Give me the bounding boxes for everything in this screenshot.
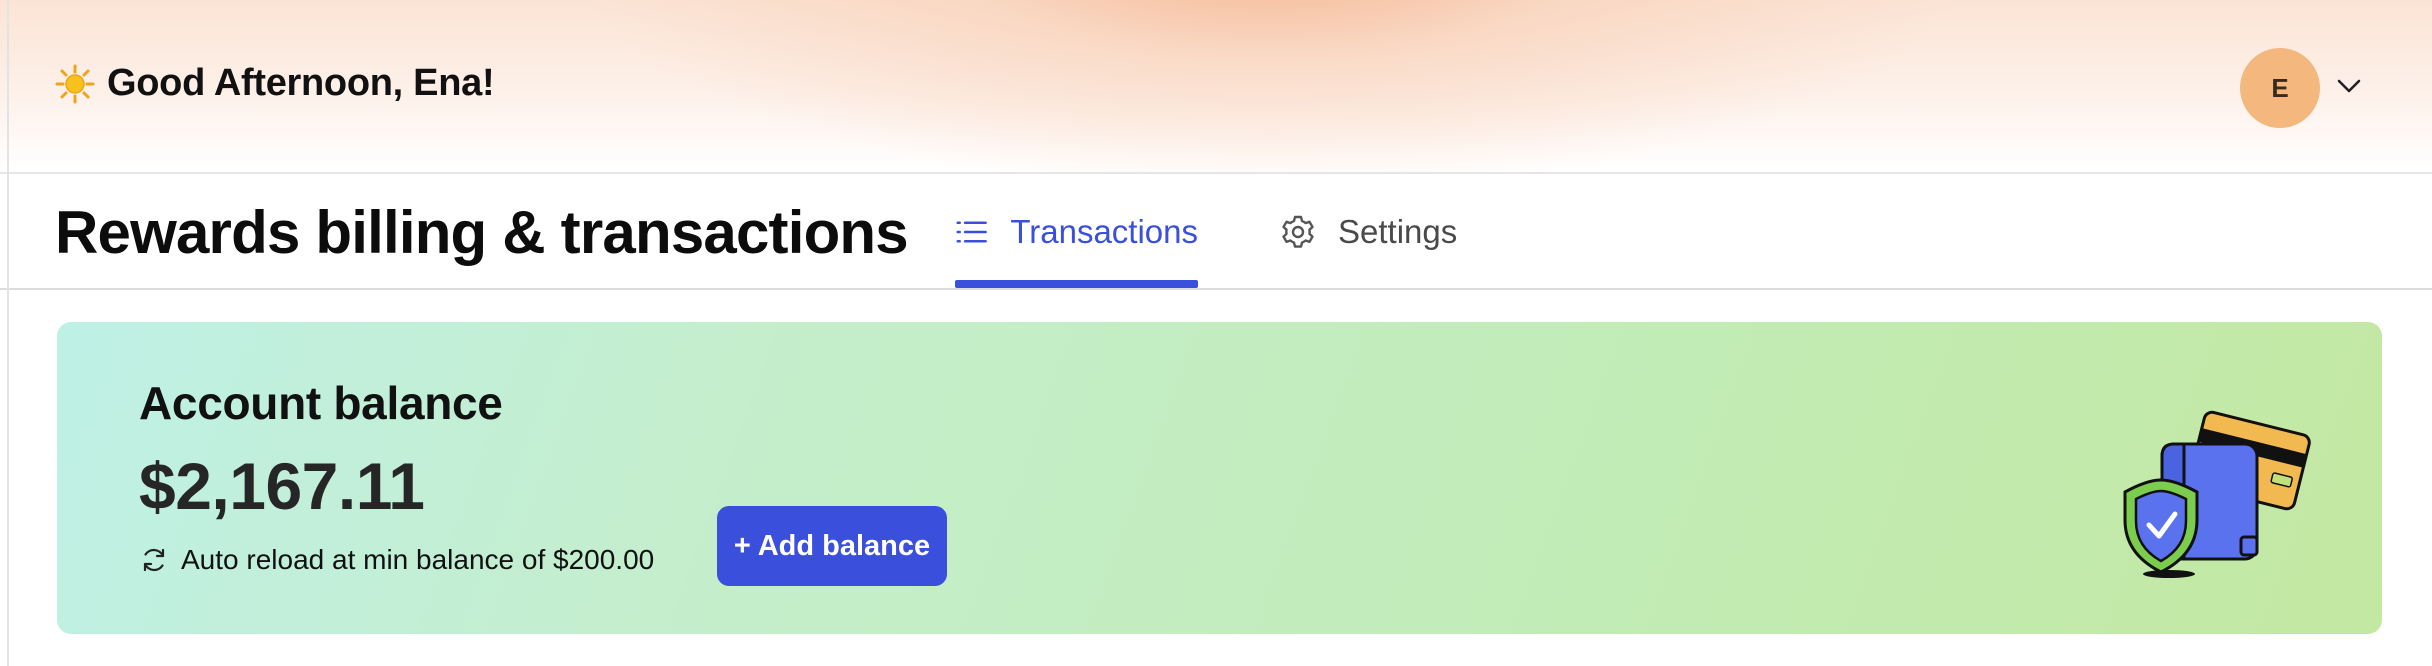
balance-amount: $2,167.11	[139, 449, 425, 523]
greeting: Good Afternoon, Ena!	[55, 62, 495, 105]
refresh-icon	[143, 548, 165, 572]
greeting-header: Good Afternoon, Ena! E	[0, 0, 2432, 174]
left-border	[7, 0, 9, 666]
title-row: Rewards billing & transactions Transacti…	[0, 176, 2432, 290]
gear-icon	[1282, 215, 1314, 248]
auto-reload-text: Auto reload at min balance of $200.00	[181, 544, 655, 575]
tab-transactions[interactable]: Transactions	[955, 176, 1198, 288]
greeting-text: Good Afternoon, Ena!	[107, 62, 495, 104]
list-icon	[956, 221, 987, 243]
tab-settings[interactable]: Settings	[1280, 176, 1470, 288]
sun-icon	[55, 64, 95, 103]
page-title: Rewards billing & transactions	[55, 199, 909, 266]
chevron-down-icon[interactable]	[2336, 76, 2362, 96]
avatar[interactable]: E	[2240, 48, 2320, 128]
card-title: Account balance	[139, 377, 503, 429]
active-tab-indicator	[955, 280, 1198, 288]
tab-label-transactions: Transactions	[1010, 213, 1198, 250]
account-balance-card: Account balance $2,167.11 Auto reload at…	[57, 322, 2382, 634]
wallet-shield-illustration	[2123, 410, 2311, 578]
tab-label-settings: Settings	[1338, 213, 1458, 250]
add-balance-button[interactable]: + Add balance	[717, 506, 947, 586]
auto-reload-info: Auto reload at min balance of $200.00	[139, 544, 654, 576]
